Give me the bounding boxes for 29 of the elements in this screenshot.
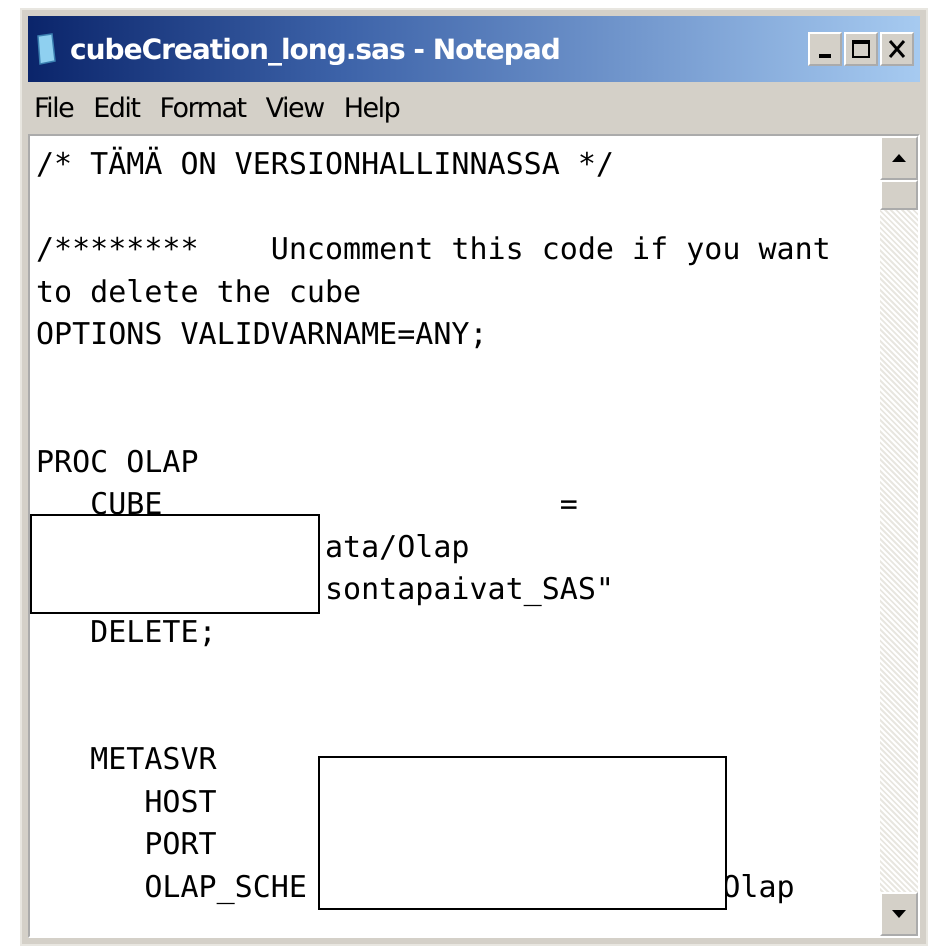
- code-line: HOST: [143, 784, 217, 820]
- down-arrow-icon: [892, 910, 906, 918]
- menu-item[interactable]: Format: [159, 92, 246, 124]
- code-line: METASVR: [89, 742, 217, 777]
- notepad-icon: [34, 33, 58, 65]
- code-line: to delete the cube: [36, 274, 362, 310]
- menu-item[interactable]: View: [266, 92, 324, 124]
- close-icon: [887, 39, 907, 59]
- scroll-down-button[interactable]: [880, 892, 918, 936]
- menu-item[interactable]: Edit: [93, 92, 140, 124]
- maximize-button[interactable]: [844, 32, 878, 66]
- code-line: /* TÄMÄ ON VERSIONHALLINNASSA */: [36, 147, 614, 182]
- code-line: CUBE =: [89, 487, 578, 522]
- code-line: PROC OLAP: [36, 444, 199, 480]
- window-title: cubeCreation_long.sas - Notepad: [70, 32, 560, 66]
- code-line: PORT: [143, 827, 217, 862]
- close-button[interactable]: [880, 32, 914, 66]
- code-line: OPTIONS VALIDVARNAME=ANY;: [36, 317, 488, 352]
- up-arrow-icon: [892, 154, 906, 162]
- scroll-up-button[interactable]: [880, 136, 918, 180]
- menu-item[interactable]: Help: [344, 92, 400, 124]
- code-line: DELETE;: [89, 614, 217, 650]
- code-line: sontapaivat_SAS": [324, 572, 614, 607]
- scroll-thumb[interactable]: [880, 180, 918, 210]
- minimize-button[interactable]: [808, 32, 842, 66]
- menu-item[interactable]: File: [34, 92, 74, 124]
- code-line: ata/Olap: [324, 530, 470, 564]
- code-line: /******** Uncomment this code if you want: [36, 232, 831, 267]
- vertical-scrollbar[interactable]: [880, 136, 918, 936]
